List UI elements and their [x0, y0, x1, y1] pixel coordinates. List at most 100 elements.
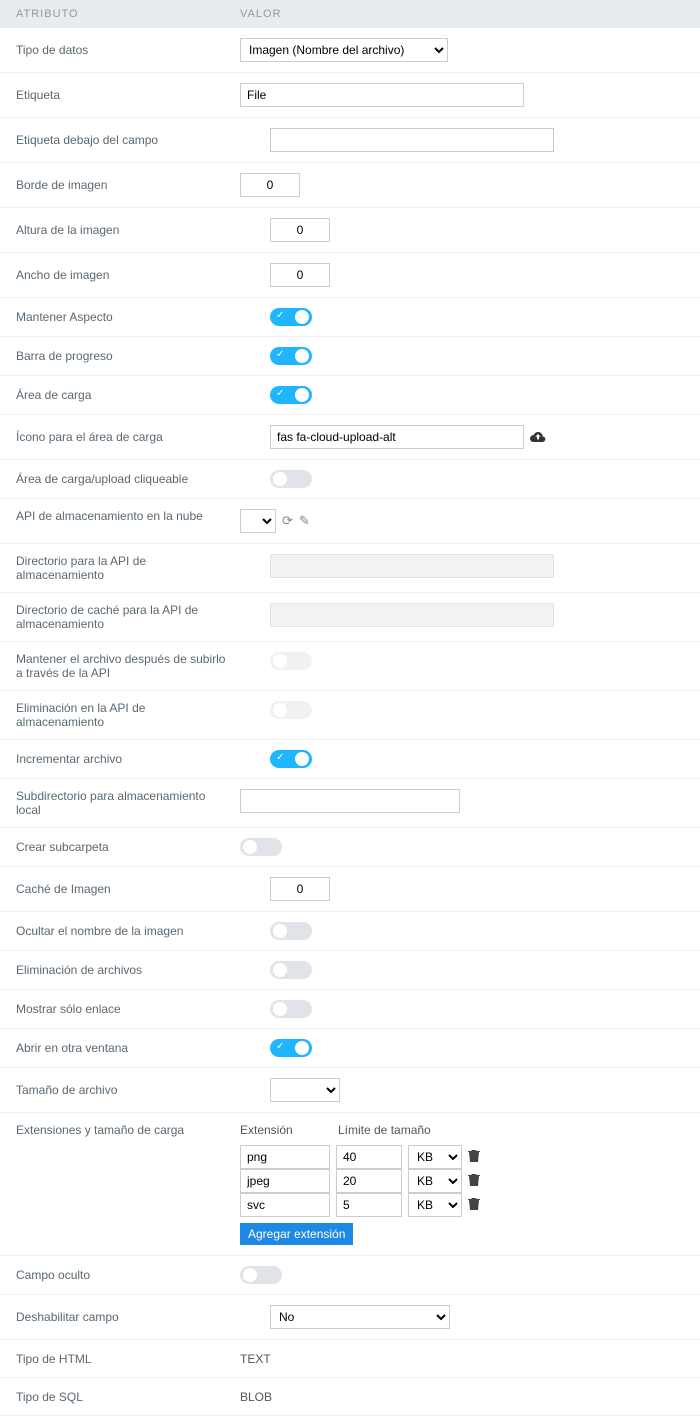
ext-size-input[interactable]	[336, 1193, 402, 1217]
input-altura[interactable]	[270, 218, 330, 242]
toggle-elim-api	[270, 701, 312, 719]
row-tipo-sql: Tipo de SQL BLOB	[0, 1378, 700, 1416]
toggle-progreso[interactable]	[270, 347, 312, 365]
toggle-area-carga[interactable]	[270, 386, 312, 404]
ext-size-input[interactable]	[336, 1169, 402, 1193]
label-area-carga: Área de carga	[16, 388, 240, 402]
select-deshabilitar[interactable]: No	[270, 1305, 450, 1329]
label-solo-enlace: Mostrar sólo enlace	[16, 1002, 240, 1016]
label-campo-oculto: Campo oculto	[16, 1268, 240, 1282]
add-extension-button[interactable]: Agregar extensión	[240, 1223, 353, 1245]
row-altura: Altura de la imagen	[0, 208, 700, 253]
input-etiqueta-debajo[interactable]	[270, 128, 554, 152]
row-api-nube: API de almacenamiento en la nube ⟳ ✎	[0, 499, 700, 544]
input-borde[interactable]	[240, 173, 300, 197]
row-icono-area: Ícono para el área de carga	[0, 415, 700, 460]
label-borde: Borde de imagen	[16, 178, 240, 192]
trash-icon[interactable]	[468, 1197, 480, 1214]
toggle-area-click[interactable]	[270, 470, 312, 488]
label-elim-arch: Eliminación de archivos	[16, 963, 240, 977]
label-tam-archivo: Tamaño de archivo	[16, 1083, 240, 1097]
extension-row: KB	[240, 1169, 480, 1193]
label-tipo-html: Tipo de HTML	[16, 1352, 240, 1366]
label-cache-img: Caché de Imagen	[16, 882, 240, 896]
label-area-click: Área de carga/upload cliqueable	[16, 472, 240, 486]
row-incrementar: Incrementar archivo	[0, 740, 700, 779]
input-dir-api-disabled	[270, 554, 554, 578]
label-dir-cache-api: Directorio de caché para la API de almac…	[16, 603, 240, 631]
ext-name-input[interactable]	[240, 1169, 330, 1193]
row-dir-cache-api: Directorio de caché para la API de almac…	[0, 593, 700, 642]
toggle-solo-enlace[interactable]	[270, 1000, 312, 1018]
row-cache-img: Caché de Imagen	[0, 867, 700, 912]
table-header: ATRIBUTO VALOR	[0, 0, 700, 28]
label-datatype: Tipo de datos	[16, 43, 240, 57]
toggle-elim-arch[interactable]	[270, 961, 312, 979]
extensions-table: Extensión Límite de tamaño KBKBKB Agrega…	[240, 1123, 480, 1245]
toggle-campo-oculto[interactable]	[240, 1266, 282, 1284]
input-ancho[interactable]	[270, 263, 330, 287]
row-datatype: Tipo de datos Imagen (Nombre del archivo…	[0, 28, 700, 73]
input-icono-area[interactable]	[270, 425, 524, 449]
ext-unit-select[interactable]: KB	[408, 1145, 462, 1169]
select-tam-archivo[interactable]	[270, 1078, 340, 1102]
select-datatype[interactable]: Imagen (Nombre del archivo)	[240, 38, 448, 62]
ext-name-input[interactable]	[240, 1145, 330, 1169]
toggle-ocultar-nombre[interactable]	[270, 922, 312, 940]
toggle-abrir-ventana[interactable]	[270, 1039, 312, 1057]
input-etiqueta[interactable]	[240, 83, 524, 107]
toggle-aspecto[interactable]	[270, 308, 312, 326]
ext-unit-select[interactable]: KB	[408, 1169, 462, 1193]
input-cache-img[interactable]	[270, 877, 330, 901]
ext-size-input[interactable]	[336, 1145, 402, 1169]
row-elim-api: Eliminación en la API de almacenamiento	[0, 691, 700, 740]
ext-unit-select[interactable]: KB	[408, 1193, 462, 1217]
row-ancho: Ancho de imagen	[0, 253, 700, 298]
edit-icon[interactable]: ✎	[299, 513, 310, 529]
label-altura: Altura de la imagen	[16, 223, 240, 237]
label-ocultar-nombre: Ocultar el nombre de la imagen	[16, 924, 240, 938]
row-crear-sub: Crear subcarpeta	[0, 828, 700, 867]
trash-icon[interactable]	[468, 1149, 480, 1166]
toggle-mantener-api	[270, 652, 312, 670]
row-aspecto: Mantener Aspecto	[0, 298, 700, 337]
trash-icon[interactable]	[468, 1173, 480, 1190]
label-elim-api: Eliminación en la API de almacenamiento	[16, 701, 240, 729]
label-api-nube: API de almacenamiento en la nube	[16, 509, 240, 523]
row-area-carga: Área de carga	[0, 376, 700, 415]
row-borde: Borde de imagen	[0, 163, 700, 208]
header-val: VALOR	[240, 8, 700, 20]
row-solo-enlace: Mostrar sólo enlace	[0, 990, 700, 1029]
input-dir-cache-api-disabled	[270, 603, 554, 627]
refresh-icon[interactable]: ⟳	[282, 513, 293, 529]
row-dir-api: Directorio para la API de almacenamiento	[0, 544, 700, 593]
value-tipo-sql: BLOB	[240, 1390, 272, 1404]
row-subdir-local: Subdirectorio para almacenamiento local	[0, 779, 700, 828]
label-incrementar: Incrementar archivo	[16, 752, 240, 766]
label-tipo-sql: Tipo de SQL	[16, 1390, 240, 1404]
row-mantener-api: Mantener el archivo después de subirlo a…	[0, 642, 700, 691]
label-dir-api: Directorio para la API de almacenamiento	[16, 554, 240, 582]
toggle-crear-sub[interactable]	[240, 838, 282, 856]
row-elim-arch: Eliminación de archivos	[0, 951, 700, 990]
label-progreso: Barra de progreso	[16, 349, 240, 363]
label-extensiones: Extensiones y tamaño de carga	[16, 1123, 240, 1137]
row-tam-archivo: Tamaño de archivo	[0, 1068, 700, 1113]
label-subdir-local: Subdirectorio para almacenamiento local	[16, 789, 240, 817]
label-mantener-api: Mantener el archivo después de subirlo a…	[16, 652, 240, 680]
extension-row: KB	[240, 1145, 480, 1169]
label-crear-sub: Crear subcarpeta	[16, 840, 240, 854]
row-deshabilitar: Deshabilitar campo No	[0, 1295, 700, 1340]
header-attr: ATRIBUTO	[0, 8, 240, 20]
toggle-incrementar[interactable]	[270, 750, 312, 768]
label-etiqueta-debajo: Etiqueta debajo del campo	[16, 133, 240, 147]
select-api-nube[interactable]	[240, 509, 276, 533]
label-deshabilitar: Deshabilitar campo	[16, 1310, 240, 1324]
ext-col-limit: Límite de tamaño	[338, 1123, 438, 1137]
row-etiqueta: Etiqueta	[0, 73, 700, 118]
row-abrir-ventana: Abrir en otra ventana	[0, 1029, 700, 1068]
ext-name-input[interactable]	[240, 1193, 330, 1217]
value-tipo-html: TEXT	[240, 1352, 271, 1366]
input-subdir-local[interactable]	[240, 789, 460, 813]
cloud-upload-icon	[530, 429, 546, 446]
